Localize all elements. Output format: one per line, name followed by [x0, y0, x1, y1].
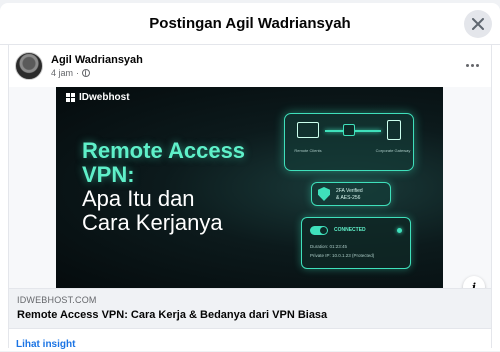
link-preview[interactable]: IDWEBHOST.COM Remote Access VPN: Cara Ke… — [9, 288, 491, 328]
security-text: 2FA Verified & AES-256 — [336, 188, 363, 202]
brand-logo: IDwebhost — [66, 92, 130, 103]
session-duration: Duration: 01:23:45 — [310, 244, 348, 249]
security-line: 2FA Verified — [336, 188, 363, 194]
more-dot-icon — [475, 63, 479, 67]
laptop-icon — [297, 122, 319, 138]
post-time-row: 4 jam · — [51, 67, 143, 79]
shield-icon — [318, 187, 330, 201]
globe-icon[interactable] — [82, 69, 91, 77]
insight-row: Lihat insight — [9, 328, 491, 350]
security-line: & AES-256 — [336, 195, 361, 201]
author-name[interactable]: Agil Wadriansyah — [51, 53, 143, 67]
lock-icon — [343, 124, 355, 136]
dialog-header: Postingan Agil Wadriansyah — [0, 3, 500, 45]
connection-status: CONNECTED — [334, 227, 366, 233]
connection-status-panel: CONNECTED Duration: 01:23:45 Private IP:… — [301, 217, 411, 269]
post-header: Agil Wadriansyah 4 jam · — [9, 45, 491, 87]
link-domain: IDWEBHOST.COM — [17, 295, 97, 305]
headline-line: Cara Kerjanya — [82, 210, 223, 235]
more-dot-icon — [465, 63, 469, 67]
meta-separator: · — [76, 68, 80, 78]
view-insight-link[interactable]: Lihat insight — [16, 339, 75, 350]
dialog-title: Postingan Agil Wadriansyah — [149, 15, 351, 32]
avatar[interactable] — [15, 52, 43, 80]
post-meta: Agil Wadriansyah 4 jam · — [51, 53, 143, 79]
headline-line: Remote Access — [82, 138, 246, 163]
building-icon — [387, 120, 401, 140]
post-time[interactable]: 4 jam — [51, 67, 73, 79]
headline-line: Apa Itu dan — [82, 186, 195, 211]
security-badge: 2FA Verified & AES-256 — [311, 182, 391, 206]
toggle-icon — [310, 226, 328, 235]
gateway-caption: Corporate Gateway — [375, 148, 411, 153]
brand-name: IDwebhost — [79, 92, 130, 103]
article-banner-image[interactable]: IDwebhost Remote Access VPN: Apa Itu dan… — [56, 87, 443, 288]
more-options-button[interactable] — [461, 57, 483, 73]
brand-mark-icon — [66, 93, 75, 102]
close-icon — [472, 18, 484, 30]
private-ip: Private IP: 10.0.1.23 (Protected) — [310, 253, 375, 258]
network-illustration: Remote Clients Corporate Gateway — [284, 113, 414, 171]
banner-headline: Remote Access VPN: Apa Itu dan Cara Kerj… — [82, 139, 245, 235]
link-title: Remote Access VPN: Cara Kerja & Bedanya … — [17, 309, 328, 321]
close-button[interactable] — [464, 10, 492, 38]
headline-line: VPN: — [82, 162, 135, 187]
more-dot-icon — [470, 63, 474, 67]
remote-caption: Remote Clients — [294, 148, 322, 153]
status-dot-icon — [397, 228, 402, 233]
post-card: Agil Wadriansyah 4 jam · IDwebhost Remot… — [8, 45, 492, 350]
post-media[interactable]: IDwebhost Remote Access VPN: Apa Itu dan… — [9, 87, 491, 298]
